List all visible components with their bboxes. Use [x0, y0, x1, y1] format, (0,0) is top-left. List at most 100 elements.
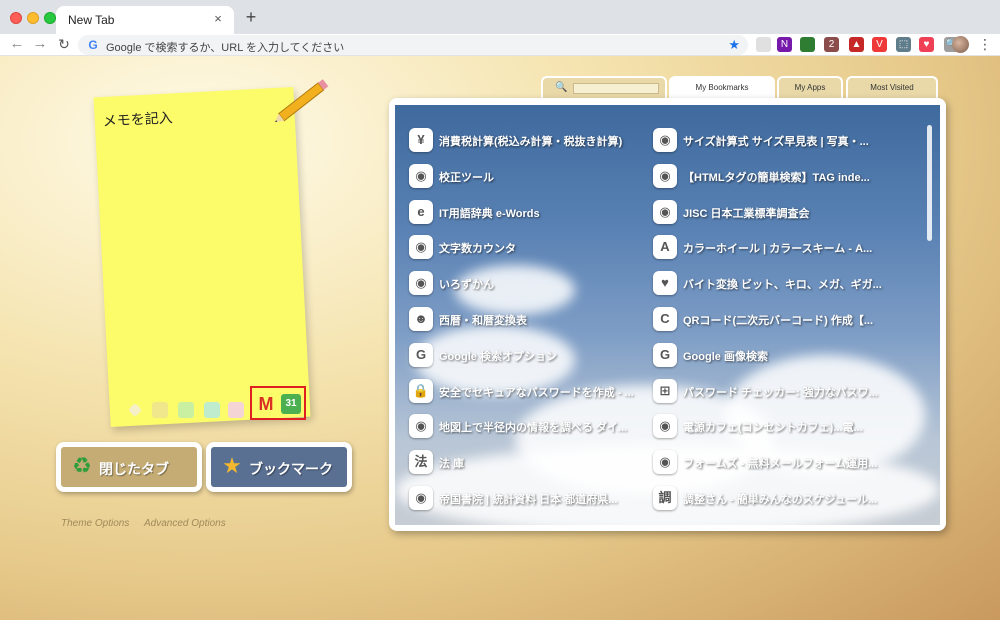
bookmark-label: カラーホイール | カラースキーム - A...: [683, 243, 873, 256]
bookmark-label: パスワード チェッカー: 強力なパスワ...: [683, 386, 878, 399]
memo-color-green[interactable]: [178, 402, 194, 418]
advanced-options-link[interactable]: Advanced Options: [144, 518, 226, 529]
bookmark-item[interactable]: ◉ いろずかん: [409, 271, 649, 297]
gmail-icon[interactable]: M: [255, 394, 277, 414]
reload-button[interactable]: ↻: [55, 35, 73, 53]
forward-button[interactable]: →: [31, 35, 49, 53]
bookmark-item[interactable]: ◉ 地図上で半径内の情報を調べる ダイ...: [409, 414, 649, 440]
bookmark-item[interactable]: ◉ フォームズ - 無料メールフォーム運用...: [653, 450, 893, 476]
memo-color-pink[interactable]: [228, 402, 244, 418]
globe-icon: ◉: [409, 414, 433, 439]
bookmark-label: バイト変換 ビット、キロ、メガ、ギガ...: [683, 279, 882, 292]
extension-3-icon[interactable]: [800, 37, 815, 52]
globe-icon: ◉: [409, 163, 433, 188]
bookmark-item[interactable]: G Google 検索オプション: [409, 342, 649, 369]
vivaldi-icon[interactable]: V: [872, 37, 887, 52]
memo-color-1[interactable]: [127, 402, 143, 418]
google-icon: G: [653, 342, 677, 367]
yen-icon: ¥: [409, 128, 433, 152]
browser-toolbar: ← → ↻ G Google で検索するか、URL を入力してください ★ N 2…: [0, 34, 1000, 56]
bookmark-item[interactable]: ◉ 帝国書院 | 統計資料 日本 都道府県...: [409, 486, 649, 512]
globe-icon: ◉: [653, 199, 677, 224]
bookmark-label: 電源カフェ(コンセントカフェ)...電...: [683, 422, 863, 435]
new-tab-page: メモを記入 M 31 ♻ 閉じたタブ ★ ブックマーク Theme Option…: [0, 56, 1000, 620]
heart-icon: ♥: [653, 271, 677, 296]
extension-4-icon[interactable]: 2: [824, 37, 839, 52]
bookmark-label: 【HTMLタグの簡単検索】TAG inde...: [683, 171, 870, 184]
bookmark-label: 地図上で半径内の情報を調べる ダイ...: [439, 422, 628, 435]
qr-c-icon: C: [653, 307, 677, 331]
search-input[interactable]: [573, 83, 659, 94]
google-icon: G: [409, 342, 433, 367]
google-icon: G: [88, 38, 98, 52]
scrollbar[interactable]: [927, 125, 932, 241]
bookmark-item[interactable]: e IT用語辞典 e-Words: [409, 199, 649, 226]
recycle-icon: ♻: [72, 453, 92, 478]
globe-icon: ◉: [409, 271, 433, 296]
tab-my-apps[interactable]: My Apps: [777, 76, 843, 100]
e-words-icon: e: [409, 199, 433, 224]
address-bar-placeholder: Google で検索するか、URL を入力してください: [106, 42, 345, 54]
microsoft-icon: ⊞: [653, 378, 677, 403]
bookmark-item[interactable]: ♥ バイト変換 ビット、キロ、メガ、ギガ...: [653, 271, 893, 297]
star-icon: ★: [222, 453, 242, 478]
bookmark-item[interactable]: ¥ 消費税計算(税込み計算・税抜き計算): [409, 128, 649, 154]
address-bar[interactable]: G Google で検索するか、URL を入力してください ★: [78, 35, 748, 55]
bookmark-label: Google 画像検索: [683, 350, 768, 363]
bookmarks-list: ¥ 消費税計算(税込み計算・税抜き計算) ◉ 校正ツール e IT用語辞典 e-Words…: [395, 105, 940, 525]
onenote-icon[interactable]: N: [777, 37, 792, 52]
back-button[interactable]: ←: [8, 35, 26, 53]
bookmark-item[interactable]: 調調整さん - 簡単みんなのスケジュール...: [653, 486, 893, 512]
pocket-icon[interactable]: ♥: [919, 37, 934, 52]
close-window-button[interactable]: [10, 12, 22, 24]
bookmark-label: QRコード(二次元バーコード) 作成【...: [683, 315, 874, 327]
profile-avatar[interactable]: [952, 36, 969, 53]
closed-tabs-label: 閉じたタブ: [99, 461, 169, 477]
bookmarks-button[interactable]: ★ ブックマーク: [206, 442, 352, 492]
bookmark-item[interactable]: ◉ JISC 日本工業標準調査会: [653, 199, 893, 226]
close-icon[interactable]: ×: [210, 11, 226, 27]
browser-tab[interactable]: New Tab ×: [56, 6, 234, 34]
memo-color-yellow[interactable]: [152, 402, 168, 418]
tab-my-bookmarks[interactable]: My Bookmarks: [669, 76, 775, 100]
menu-icon[interactable]: ⋮: [978, 35, 992, 53]
bookmark-label: いろずかん: [439, 279, 494, 292]
bookmark-label: 校正ツール: [439, 171, 494, 184]
sticky-note[interactable]: メモを記入: [93, 86, 311, 428]
closed-tabs-button[interactable]: ♻ 閉じたタブ: [56, 442, 202, 492]
tab-search[interactable]: 🔍: [541, 76, 667, 100]
bookmark-item[interactable]: ◉ 校正ツール: [409, 163, 649, 190]
bookmark-label: 法 庫: [439, 458, 465, 471]
penguin-icon: ☻: [409, 307, 433, 331]
theme-options-link[interactable]: Theme Options: [61, 518, 129, 529]
bookmark-item[interactable]: ◉ 【HTMLタグの簡単検索】TAG inde...: [653, 163, 893, 190]
bookmark-item[interactable]: 法法 庫: [409, 450, 649, 476]
capture-icon[interactable]: ⬚: [896, 37, 911, 52]
bookmark-item[interactable]: ⊞ パスワード チェッカー: 強力なパスワ...: [653, 378, 893, 405]
bookmark-label: IT用語辞典 e-Words: [439, 207, 540, 220]
globe-icon: ◉: [653, 450, 677, 475]
bookmark-item[interactable]: G Google 画像検索: [653, 342, 893, 369]
bookmark-label: 帝国書院 | 統計資料 日本 都道府県...: [439, 494, 618, 506]
bookmark-item[interactable]: ◉ 文字数カウンタ: [409, 235, 649, 261]
bookmark-item[interactable]: ☻ 西暦・和暦変換表: [409, 307, 649, 333]
extension-5-icon[interactable]: ▲: [849, 37, 864, 52]
bookmark-star-icon[interactable]: ★: [728, 37, 740, 53]
new-tab-button[interactable]: +: [242, 7, 260, 27]
maximize-window-button[interactable]: [44, 12, 56, 24]
extension-1-icon[interactable]: [756, 37, 771, 52]
bookmark-item[interactable]: ◉ 電源カフェ(コンセントカフェ)...電...: [653, 414, 893, 440]
title-bar: New Tab × +: [0, 0, 1000, 34]
bookmark-item[interactable]: C QRコード(二次元バーコード) 作成【...: [653, 307, 893, 333]
bookmark-label: Google 検索オプション: [439, 350, 557, 363]
bookmarks-panel: ¥ 消費税計算(税込み計算・税抜き計算) ◉ 校正ツール e IT用語辞典 e-Words…: [389, 98, 946, 531]
tab-most-visited[interactable]: Most Visited: [846, 76, 938, 100]
bookmark-label: 文字数カウンタ: [439, 243, 516, 256]
bookmark-item[interactable]: A カラーホイール | カラースキーム - A...: [653, 235, 893, 261]
minimize-window-button[interactable]: [27, 12, 39, 24]
bookmark-item[interactable]: ◉ サイズ計算式 サイズ早見表 | 写真・...: [653, 128, 893, 154]
bookmark-item[interactable]: 🔒 安全でセキュアなパスワードを作成 - ...: [409, 378, 649, 405]
memo-color-mint[interactable]: [204, 402, 220, 418]
globe-icon: ◉: [653, 414, 677, 439]
calendar-icon[interactable]: 31: [281, 394, 301, 414]
